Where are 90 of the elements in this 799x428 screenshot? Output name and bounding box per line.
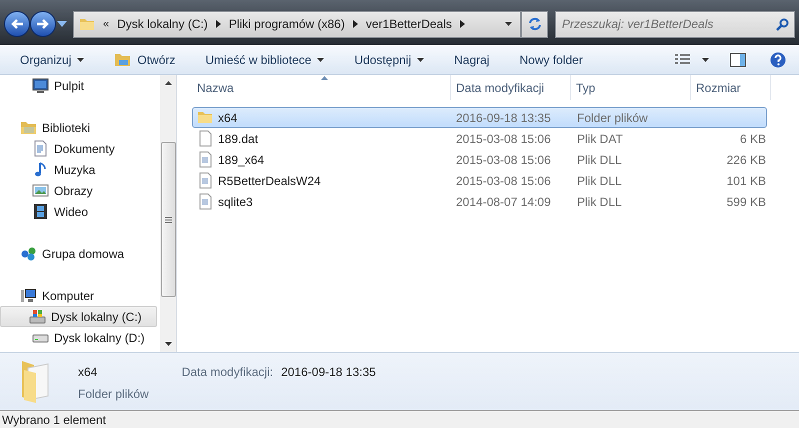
navigation-item[interactable]: Pulpit <box>0 75 160 96</box>
address-bar[interactable]: « Dysk lokalny (C:) Pliki programów (x86) ver1BetterDeals <box>73 10 521 38</box>
caret-icon[interactable] <box>57 21 67 27</box>
toolbar-button[interactable]: Nagraj <box>442 48 502 72</box>
status-text: Wybrano 1 element <box>2 412 106 428</box>
table-cell-text: 2015-03-08 15:06 <box>455 152 552 168</box>
navigation-item[interactable]: Dysk lokalny (C:) <box>0 306 157 327</box>
property-value: 2016-09-18 13:35 <box>281 364 376 381</box>
table-cell-text: 101 KB <box>726 172 766 190</box>
navigation-item[interactable]: Biblioteki <box>0 117 160 138</box>
scrollbar[interactable] <box>160 75 177 352</box>
toolbar-button[interactable]: Organizuj <box>8 48 96 72</box>
table-cell-text: 226 KB <box>726 152 766 168</box>
preview-pane-icon <box>730 52 746 66</box>
property-label: Data modyfikacji: <box>182 364 274 381</box>
scrollbar-thumb[interactable] <box>160 142 176 297</box>
file-row[interactable]: 189_x64 2015-03-08 15:06 Plik DLL 226 KB <box>192 149 767 170</box>
table-cell-text: 2014-08-07 14:09 <box>455 194 552 210</box>
breadcrumb-item[interactable]: Dysk lokalny (C:) <box>117 15 208 33</box>
column-header[interactable]: Data modyfikacji <box>451 75 571 100</box>
arrow-left-icon <box>10 18 24 30</box>
file-icon <box>197 130 214 147</box>
file-type: Folder plików <box>78 386 149 403</box>
file-name[interactable]: R5BetterDealsW24 <box>218 172 321 190</box>
forward-button[interactable] <box>30 11 56 37</box>
file-row[interactable]: R5BetterDealsW24 2015-03-08 15:06 Plik DLL 101 KB <box>192 170 767 191</box>
grip-icon <box>164 216 172 222</box>
image-icon <box>32 182 49 199</box>
monitor-icon <box>32 77 49 94</box>
list-view-icon <box>675 54 690 65</box>
folder-icon <box>197 109 214 126</box>
search-icon <box>776 18 789 30</box>
navigation-item[interactable]: Muzyka <box>0 159 160 180</box>
chevron-icon[interactable] <box>352 20 358 28</box>
navigation-item[interactable]: Grupa domowa <box>0 243 160 264</box>
down-arrow-icon <box>164 342 172 346</box>
file-name[interactable]: sqlite3 <box>218 192 253 210</box>
caret-icon <box>417 58 424 62</box>
sort-arrow-icon <box>321 76 328 80</box>
file-name[interactable]: 189.dat <box>218 130 258 148</box>
arrow-right-icon <box>36 18 50 30</box>
chevron-icon[interactable] <box>460 20 465 28</box>
caret-icon <box>317 58 324 62</box>
navigation-item[interactable]: Obrazy <box>0 180 160 201</box>
file-name[interactable]: x64 <box>218 108 238 126</box>
column-header[interactable]: Typ <box>571 75 691 100</box>
caret-icon <box>77 58 84 62</box>
film-strip-icon <box>32 203 49 220</box>
breadcrumb-item[interactable]: Pliki programów (x86) <box>228 15 345 33</box>
computer-icon <box>20 287 37 304</box>
toolbar-button[interactable]: Udostępnij <box>342 48 436 72</box>
toolbar-button[interactable]: Nowy folder <box>507 48 595 72</box>
search-field[interactable]: Przeszukaj: ver1BetterDeals <box>555 10 795 38</box>
table-cell-text: 2016-09-18 13:35 <box>455 110 552 126</box>
file-name[interactable]: 189_x64 <box>218 150 264 168</box>
table-cell-text: Plik DLL <box>576 172 623 190</box>
overflow-chevron[interactable]: « <box>103 16 110 32</box>
navigation-item[interactable]: Komputer <box>0 285 160 306</box>
table-cell-text: Plik DAT <box>576 130 624 148</box>
toolbar-button[interactable]: Otwórz <box>102 48 188 72</box>
folder-icon <box>20 119 37 136</box>
table-cell-text: 599 KB <box>726 194 766 210</box>
file-row[interactable]: 189.dat 2015-03-08 15:06 Plik DAT 6 KB <box>192 128 767 149</box>
table-cell-text: Folder plików <box>576 110 649 126</box>
table-cell-text: 2015-03-08 15:06 <box>455 172 552 190</box>
back-button[interactable] <box>4 11 30 37</box>
column-header[interactable]: Rozmiar <box>691 75 771 100</box>
navigation-item[interactable]: Dokumenty <box>0 138 160 159</box>
file-name: x64 <box>78 364 98 381</box>
drive-icon <box>29 308 46 325</box>
help-icon <box>770 52 786 68</box>
table-cell-text: 6 KB <box>740 130 766 148</box>
document-icon <box>32 140 49 157</box>
table-cell-text: 2015-03-08 15:06 <box>455 130 552 148</box>
caret-icon[interactable] <box>505 22 512 26</box>
navigation-item[interactable]: Wideo <box>0 201 160 222</box>
table-cell-text: Plik DLL <box>576 194 623 210</box>
file-row[interactable]: sqlite3 2014-08-07 14:09 Plik DLL 599 KB <box>192 191 767 212</box>
column-header[interactable]: Nazwa <box>192 75 451 100</box>
caret-icon <box>702 58 709 62</box>
navigation-item[interactable]: Dysk lokalny (D:) <box>0 327 160 348</box>
refresh-button[interactable] <box>521 10 548 38</box>
folder-icon <box>114 52 132 67</box>
up-arrow-icon <box>164 81 172 85</box>
table-cell-text: Plik DLL <box>576 152 623 168</box>
file-row[interactable]: x64 2016-09-18 13:35 Folder plików <box>192 107 767 128</box>
breadcrumb-item[interactable]: ver1BetterDeals <box>366 15 452 33</box>
chevron-icon[interactable] <box>216 20 221 28</box>
toolbar-button[interactable]: Umieść w bibliotece <box>193 48 336 72</box>
refresh-icon <box>528 17 542 31</box>
